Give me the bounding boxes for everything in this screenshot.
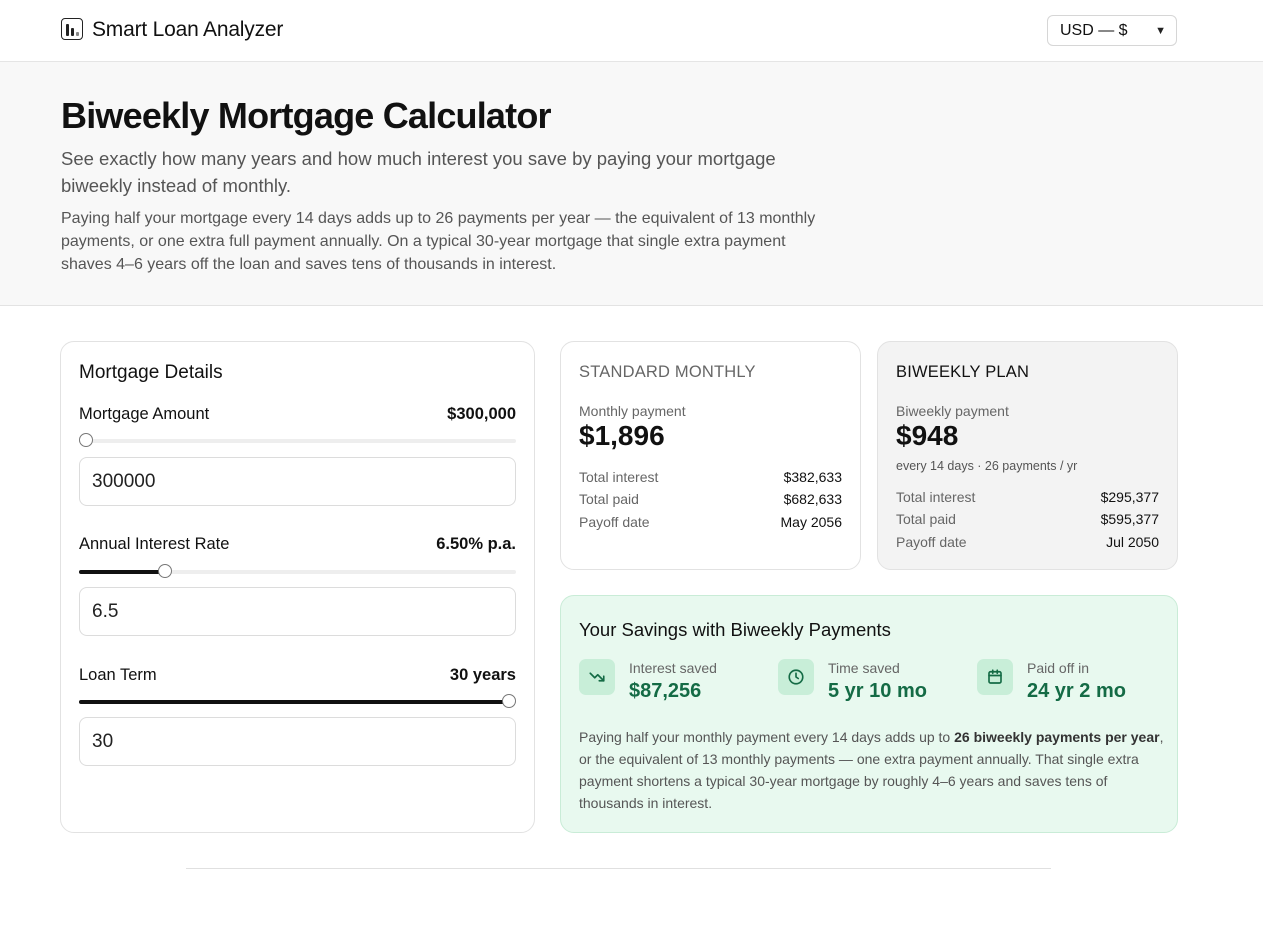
row-label: Total paid bbox=[579, 491, 639, 507]
biweekly-frequency-note: every 14 days · 26 payments / yr bbox=[896, 459, 1078, 473]
footer-divider bbox=[186, 868, 1051, 869]
chevron-down-icon: ▼ bbox=[1155, 24, 1166, 37]
row-label: Total interest bbox=[896, 489, 976, 505]
row-value: $682,633 bbox=[783, 491, 842, 507]
loan-term-label: Loan Term bbox=[79, 666, 157, 684]
result-row: Payoff date Jul 2050 bbox=[896, 534, 1159, 550]
stat-value: 5 yr 10 mo bbox=[828, 680, 927, 702]
result-row: Payoff date May 2056 bbox=[579, 514, 842, 530]
currency-select[interactable]: USD — $ ▼ bbox=[1047, 15, 1177, 46]
currency-selected-value: USD — $ bbox=[1060, 21, 1128, 39]
row-label: Payoff date bbox=[896, 534, 967, 550]
biweekly-card-title: BIWEEKLY PLAN bbox=[896, 363, 1030, 381]
interest-rate-label: Annual Interest Rate bbox=[79, 535, 230, 553]
slider-thumb[interactable] bbox=[79, 433, 93, 447]
loan-term-value: 30 years bbox=[449, 666, 516, 684]
row-value: Jul 2050 bbox=[1106, 534, 1159, 550]
standard-monthly-card: STANDARD MONTHLY Monthly payment $1,896 … bbox=[560, 341, 861, 570]
interest-rate-input[interactable]: 6.5 bbox=[79, 587, 516, 636]
result-row: Total interest $295,377 bbox=[896, 489, 1159, 505]
result-row: Total paid $682,633 bbox=[579, 491, 842, 507]
row-value: $295,377 bbox=[1100, 489, 1159, 505]
stat-label: Time saved bbox=[828, 660, 900, 676]
explanation-text: Paying half your monthly payment every 1… bbox=[579, 729, 955, 745]
slider-thumb[interactable] bbox=[502, 694, 516, 708]
standard-card-title: STANDARD MONTHLY bbox=[579, 363, 756, 381]
bar-chart-logo-icon bbox=[61, 18, 83, 40]
brand-name[interactable]: Smart Loan Analyzer bbox=[92, 18, 283, 42]
row-label: Payoff date bbox=[579, 514, 650, 530]
monthly-payment-value: $1,896 bbox=[579, 420, 665, 451]
monthly-payment-label: Monthly payment bbox=[579, 403, 686, 419]
biweekly-plan-card: BIWEEKLY PLAN Biweekly payment $948 ever… bbox=[877, 341, 1178, 570]
calendar-icon bbox=[977, 659, 1013, 695]
slider-fill bbox=[79, 700, 509, 704]
hero-section: Biweekly Mortgage Calculator See exactly… bbox=[0, 62, 1263, 306]
clock-icon bbox=[778, 659, 814, 695]
stat-label: Interest saved bbox=[629, 660, 717, 676]
stat-value: $87,256 bbox=[629, 680, 702, 702]
row-value: May 2056 bbox=[780, 514, 842, 530]
savings-explanation: Paying half your monthly payment every 1… bbox=[579, 726, 1164, 814]
stat-label: Paid off in bbox=[1027, 660, 1090, 676]
mortgage-amount-input[interactable]: 300000 bbox=[79, 457, 516, 506]
page-title: Biweekly Mortgage Calculator bbox=[61, 95, 552, 136]
mortgage-details-card: Mortgage Details Mortgage Amount $300,00… bbox=[60, 341, 535, 833]
savings-card: Your Savings with Biweekly Payments Inte… bbox=[560, 595, 1178, 833]
row-label: Total interest bbox=[579, 469, 659, 485]
page-subtitle: See exactly how many years and how much … bbox=[61, 148, 776, 196]
biweekly-payment-value: $948 bbox=[896, 420, 959, 451]
stat-value: 24 yr 2 mo bbox=[1027, 680, 1126, 702]
loan-term-input[interactable]: 30 bbox=[79, 717, 516, 766]
top-bar: Smart Loan Analyzer USD — $ ▼ bbox=[0, 0, 1263, 62]
savings-title: Your Savings with Biweekly Payments bbox=[579, 619, 891, 640]
row-label: Total paid bbox=[896, 511, 956, 527]
result-row: Total interest $382,633 bbox=[579, 469, 842, 485]
slider-fill bbox=[79, 570, 165, 574]
row-value: $382,633 bbox=[783, 469, 842, 485]
mortgage-amount-label: Mortgage Amount bbox=[79, 405, 210, 423]
mortgage-amount-value: $300,000 bbox=[447, 405, 516, 423]
biweekly-payment-label: Biweekly payment bbox=[896, 403, 1009, 419]
result-row: Total paid $595,377 bbox=[896, 511, 1159, 527]
interest-rate-slider[interactable] bbox=[79, 564, 516, 578]
card-title: Mortgage Details bbox=[79, 362, 223, 383]
slider-thumb[interactable] bbox=[157, 564, 172, 578]
trending-down-icon bbox=[579, 659, 615, 695]
row-value: $595,377 bbox=[1100, 511, 1159, 527]
page-description: Paying half your mortgage every 14 days … bbox=[61, 210, 816, 273]
loan-term-slider[interactable] bbox=[79, 694, 516, 708]
mortgage-amount-slider[interactable] bbox=[79, 433, 516, 447]
explanation-emphasis: 26 biweekly payments per year bbox=[954, 729, 1160, 745]
interest-rate-value: 6.50% p.a. bbox=[436, 535, 516, 553]
